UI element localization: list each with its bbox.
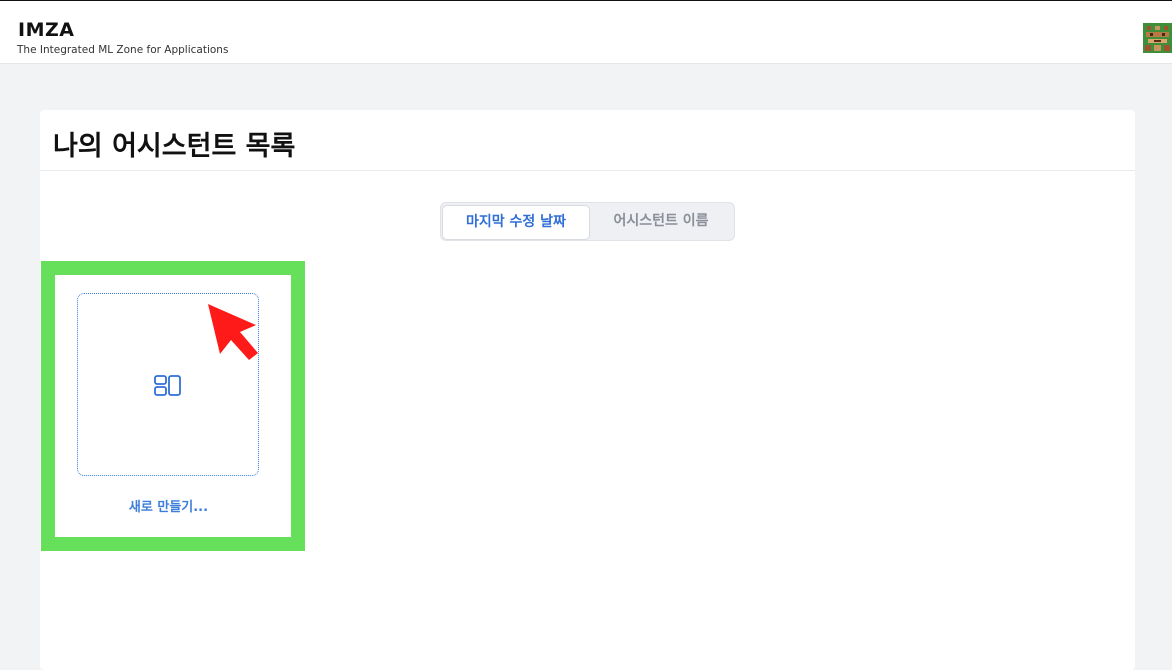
sort-by-modified-date-button[interactable]: 마지막 수정 날짜 [442, 205, 590, 240]
sort-by-assistant-name-button[interactable]: 어시스턴트 이름 [591, 205, 731, 238]
title-divider [40, 170, 1135, 171]
brand-subtitle: The Integrated ML Zone for Applications [17, 44, 229, 56]
brand-title[interactable]: IMZA [18, 19, 74, 41]
create-new-assistant-tile[interactable] [77, 293, 259, 476]
pixel-avatar-icon[interactable] [1143, 23, 1172, 53]
sort-toggle-group: 마지막 수정 날짜 어시스턴트 이름 [440, 202, 735, 241]
app-header: IMZA The Integrated ML Zone for Applicat… [0, 1, 1172, 64]
layout-icon [154, 375, 181, 396]
page-title: 나의 어시스턴트 목록 [53, 131, 296, 162]
assistant-list-panel: 나의 어시스턴트 목록 마지막 수정 날짜 어시스턴트 이름 새로 만들기... [40, 110, 1135, 670]
create-new-label[interactable]: 새로 만들기... [77, 496, 260, 515]
